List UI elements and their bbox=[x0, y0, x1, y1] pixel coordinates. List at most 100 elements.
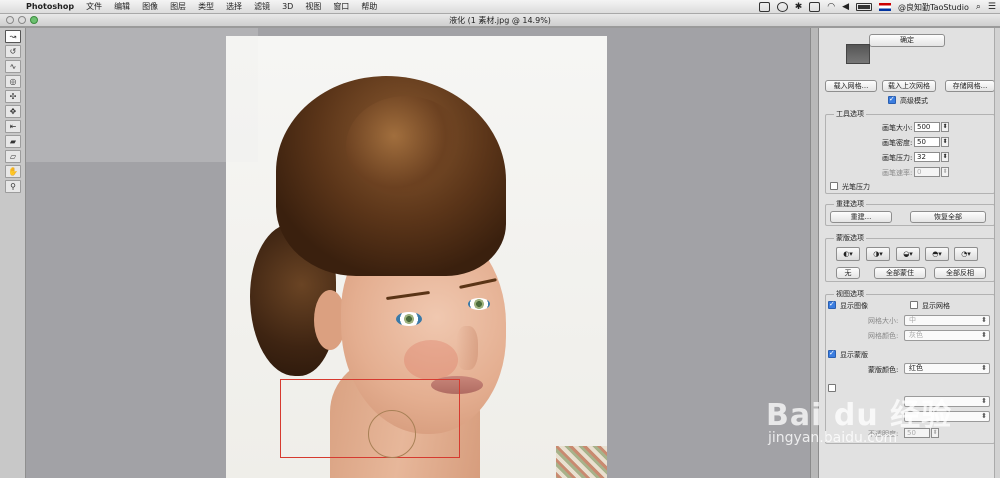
menu-help[interactable]: 帮助 bbox=[355, 1, 383, 12]
mask-options-section: 蒙版选项 ◐▾ ◑▾ ◒▾ ◓▾ ◔▾ 无 全部蒙住 全部反相 bbox=[825, 233, 995, 282]
screen-icon[interactable] bbox=[758, 2, 770, 12]
brush-size-input[interactable]: 500 bbox=[914, 122, 940, 132]
menu-edit[interactable]: 编辑 bbox=[108, 1, 136, 12]
show-image-checkbox[interactable] bbox=[828, 300, 836, 309]
stylus-pressure-label: 光笔压力 bbox=[842, 183, 870, 191]
wifi-icon[interactable]: ◠ bbox=[827, 2, 835, 12]
push-left-tool-icon[interactable]: ⇤ bbox=[5, 120, 21, 133]
spotlight-icon[interactable]: ⌕ bbox=[976, 2, 981, 12]
stylus-pressure-checkbox[interactable] bbox=[830, 182, 838, 190]
forward-warp-tool-icon[interactable]: ↝ bbox=[5, 30, 21, 43]
mask-color-select[interactable]: 红色 bbox=[904, 363, 990, 374]
zoom-tool-icon[interactable]: ⚲ bbox=[5, 180, 21, 193]
minimize-button[interactable] bbox=[18, 16, 26, 24]
volume-icon[interactable]: ◀ bbox=[842, 2, 849, 12]
reconstruct-button[interactable]: 重建... bbox=[830, 211, 892, 223]
show-image-label: 显示图像 bbox=[840, 302, 868, 310]
advanced-mode-label: 高级模式 bbox=[900, 97, 928, 105]
input-source-flag-icon[interactable] bbox=[879, 3, 892, 11]
menu-image[interactable]: 图像 bbox=[136, 1, 164, 12]
backdrop-opacity-input[interactable]: 50 bbox=[904, 428, 930, 438]
brush-pressure-input[interactable]: 32 bbox=[914, 152, 940, 162]
hair-highlight bbox=[346, 96, 466, 196]
time-machine-icon[interactable] bbox=[776, 2, 788, 12]
options-panel: 确定 载入网格... 载入上次网格 存储网格... 高级模式 工具选项 画笔大小… bbox=[818, 28, 1000, 478]
tool-options-title: 工具选项 bbox=[834, 109, 866, 119]
mask-intersect-icon[interactable]: ◓▾ bbox=[925, 247, 949, 261]
canvas-scrollbar[interactable] bbox=[810, 28, 818, 478]
pucker-tool-icon[interactable]: ✣ bbox=[5, 90, 21, 103]
backdrop-use-select[interactable] bbox=[904, 396, 990, 407]
brush-pressure-stepper[interactable]: ⬍ bbox=[941, 152, 949, 162]
menu-window[interactable]: 窗口 bbox=[327, 1, 355, 12]
notification-center-icon[interactable]: ☰ bbox=[988, 2, 996, 12]
mask-subtract-icon[interactable]: ◒▾ bbox=[896, 247, 920, 261]
zoom-button[interactable] bbox=[30, 16, 38, 24]
load-mesh-button[interactable]: 载入网格... bbox=[825, 80, 877, 92]
preview-thumbnail bbox=[846, 44, 870, 64]
mesh-color-select[interactable]: 灰色 bbox=[904, 330, 990, 341]
brush-density-input[interactable]: 50 bbox=[914, 137, 940, 147]
preview-canvas[interactable] bbox=[26, 28, 818, 478]
menu-view[interactable]: 视图 bbox=[299, 1, 327, 12]
cheek bbox=[404, 340, 458, 380]
window-title: 液化 (1 素材.jpg @ 14.9%) bbox=[449, 16, 551, 25]
ok-button[interactable]: 确定 bbox=[869, 34, 945, 47]
brush-rate-stepper[interactable]: ⬍ bbox=[941, 167, 949, 177]
mesh-size-select[interactable]: 中 bbox=[904, 315, 990, 326]
left-eye bbox=[396, 312, 422, 326]
mask-none-button[interactable]: 无 bbox=[836, 267, 860, 279]
save-mesh-button[interactable]: 存储网格... bbox=[945, 80, 995, 92]
reconstruct-tool-icon[interactable]: ↺ bbox=[5, 45, 21, 58]
menu-filter[interactable]: 滤镜 bbox=[248, 1, 276, 12]
view-options-section: 视图选项 显示图像 显示网格 网格大小: 中 网格颜色: 灰色 显示蒙版 蒙版颜… bbox=[825, 289, 995, 444]
brush-size-stepper[interactable]: ⬍ bbox=[941, 122, 949, 132]
mask-add-icon[interactable]: ◑▾ bbox=[866, 247, 890, 261]
close-button[interactable] bbox=[6, 16, 14, 24]
battery-icon[interactable] bbox=[856, 3, 873, 11]
menu-type[interactable]: 类型 bbox=[192, 1, 220, 12]
menu-select[interactable]: 选择 bbox=[220, 1, 248, 12]
dress-pattern bbox=[556, 446, 607, 478]
menubar: Photoshop 文件 编辑 图像 图层 类型 选择 滤镜 3D 视图 窗口 … bbox=[0, 0, 1000, 14]
display-icon[interactable] bbox=[809, 2, 821, 12]
bloat-tool-icon[interactable]: ✥ bbox=[5, 105, 21, 118]
app-menu[interactable]: Photoshop bbox=[20, 2, 80, 11]
show-mask-checkbox[interactable] bbox=[828, 349, 836, 358]
mask-replace-icon[interactable]: ◐▾ bbox=[836, 247, 860, 261]
backdrop-opacity-label: 不透明度: bbox=[868, 430, 899, 438]
menu-3d[interactable]: 3D bbox=[276, 2, 299, 11]
smooth-tool-icon[interactable]: ∿ bbox=[5, 60, 21, 73]
brush-rate-label: 画笔速率: bbox=[882, 169, 913, 177]
mask-color-label: 蒙版颜色: bbox=[868, 366, 899, 374]
view-options-title: 视图选项 bbox=[834, 289, 866, 299]
thaw-mask-tool-icon[interactable]: ▱ bbox=[5, 150, 21, 163]
twirl-tool-icon[interactable]: ◎ bbox=[5, 75, 21, 88]
user-name[interactable]: @良知勤TaoStudio bbox=[898, 2, 969, 13]
hand-tool-icon[interactable]: ✋ bbox=[5, 165, 21, 178]
backdrop-opacity-stepper[interactable]: ⬍ bbox=[931, 428, 939, 438]
show-mesh-checkbox[interactable] bbox=[910, 301, 918, 309]
invert-all-button[interactable]: 全部反相 bbox=[934, 267, 986, 279]
advanced-mode-checkbox[interactable] bbox=[888, 95, 896, 104]
backdrop-mode-select[interactable] bbox=[904, 411, 990, 422]
restore-all-button[interactable]: 恢复全部 bbox=[910, 211, 986, 223]
brush-density-label: 画笔密度: bbox=[882, 139, 913, 147]
nose bbox=[456, 326, 478, 370]
brush-cursor bbox=[368, 410, 416, 458]
show-mask-label: 显示蒙版 bbox=[840, 351, 868, 359]
reconstruct-options-section: 重建选项 重建... 恢复全部 bbox=[825, 199, 995, 226]
menu-file[interactable]: 文件 bbox=[80, 1, 108, 12]
menu-layer[interactable]: 图层 bbox=[164, 1, 192, 12]
dialog-titlebar: 液化 (1 素材.jpg @ 14.9%) bbox=[0, 14, 1000, 27]
brush-density-stepper[interactable]: ⬍ bbox=[941, 137, 949, 147]
show-backdrop-checkbox[interactable] bbox=[828, 384, 836, 392]
brush-rate-input[interactable]: 0 bbox=[914, 167, 940, 177]
bluetooth-icon[interactable]: ✱ bbox=[795, 2, 803, 12]
freeze-mask-tool-icon[interactable]: ▰ bbox=[5, 135, 21, 148]
window-controls bbox=[6, 16, 38, 24]
mask-invert-icon[interactable]: ◔▾ bbox=[954, 247, 978, 261]
mask-all-button[interactable]: 全部蒙住 bbox=[874, 267, 926, 279]
panel-scrollbar[interactable] bbox=[994, 28, 1000, 478]
load-last-mesh-button[interactable]: 载入上次网格 bbox=[882, 80, 936, 92]
